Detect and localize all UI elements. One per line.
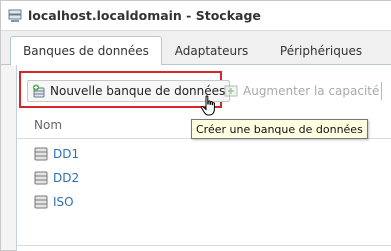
table-row[interactable]: DD2: [17, 166, 391, 190]
datastore-icon: [34, 147, 48, 161]
increase-capacity-button[interactable]: Augmenter la capacité: [224, 81, 379, 101]
datastores-panel: Nouvelle banque de données Augmenter la …: [16, 65, 391, 251]
tab-label: Adaptateurs: [174, 43, 249, 58]
table-row[interactable]: ISO: [17, 190, 391, 214]
datastore-icon: [34, 171, 48, 185]
tab-adapters[interactable]: Adaptateurs: [164, 36, 259, 65]
datastore-icon: [34, 195, 48, 209]
increase-capacity-icon: [224, 85, 238, 97]
tab-bar: Banques de données Adaptateurs Périphéri…: [1, 31, 391, 66]
datastore-link[interactable]: DD2: [53, 171, 79, 185]
datastore-link[interactable]: DD1: [53, 147, 79, 161]
hand-cursor-icon: [200, 95, 215, 116]
tooltip: Créer une banque de données: [191, 119, 368, 139]
toolbar-separator: [381, 82, 382, 100]
add-datastore-icon: [33, 84, 45, 98]
datastore-link[interactable]: ISO: [53, 195, 74, 209]
title-bar: localhost.localdomain - Stockage: [1, 1, 391, 31]
table-row[interactable]: DD1: [17, 142, 391, 166]
tab-datastores[interactable]: Banques de données: [10, 36, 162, 66]
tab-label: Périphériques: [279, 43, 363, 58]
window-title: localhost.localdomain - Stockage: [28, 8, 261, 23]
tab-label: Banques de données: [23, 44, 149, 58]
table-bottom-divider: [17, 245, 391, 246]
column-name-header[interactable]: Nom: [34, 118, 62, 132]
increase-capacity-label: Augmenter la capacité: [243, 84, 380, 98]
tooltip-text: Créer une banque de données: [196, 122, 363, 136]
server-icon: [8, 9, 22, 22]
tab-devices[interactable]: Périphériques: [266, 36, 376, 65]
storage-window: localhost.localdomain - Stockage Banques…: [0, 0, 391, 251]
new-datastore-label: Nouvelle banque de données: [50, 84, 226, 98]
